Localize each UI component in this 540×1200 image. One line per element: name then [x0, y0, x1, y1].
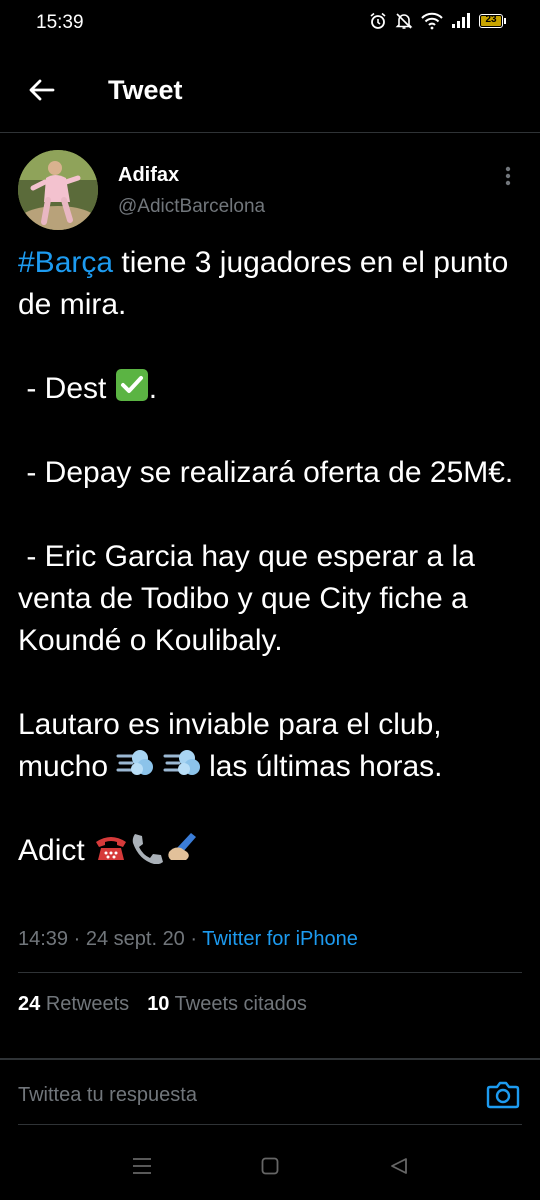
divider [0, 1058, 540, 1060]
reply-input[interactable] [18, 1066, 458, 1124]
camera-icon [486, 1081, 520, 1109]
tweet-line: las últimas horas. [200, 750, 443, 783]
dash-emoji-icon [116, 750, 154, 775]
dash-emoji-icon [163, 750, 200, 775]
retweets-count: 24 [18, 993, 41, 1015]
tweet-stats: 24 Retweets 10 Tweets citados [18, 993, 307, 1016]
phone-receiver-emoji-icon [132, 834, 164, 864]
camera-button[interactable] [486, 1080, 520, 1110]
tweet-date: 24 sept. 20 [85, 928, 185, 950]
home-nav-icon [261, 1157, 279, 1175]
tweet-paragraph: Lautaro es inviable para el club, mucho … [18, 704, 528, 788]
writing-hand-emoji-icon [168, 833, 197, 860]
wifi-icon [421, 12, 443, 30]
check-mark-emoji-icon [115, 369, 148, 401]
divider [18, 972, 522, 973]
tweet-author: Adifax @AdictBarcelona [18, 150, 522, 232]
reply-bar [18, 1066, 522, 1125]
menu-nav-button[interactable] [127, 1154, 157, 1178]
back-nav-button[interactable] [384, 1154, 414, 1178]
tweet-line: - Dest [18, 372, 115, 405]
tweet-paragraph: - Eric Garcia hay que esperar a la venta… [18, 536, 528, 662]
tweet-line: Adict [18, 834, 94, 867]
tweet-source-link[interactable]: Twitter for iPhone [202, 928, 358, 950]
mute-bell-icon [395, 13, 413, 29]
system-nav-bar [0, 1130, 540, 1200]
battery-icon: 23 [479, 14, 506, 28]
top-bar: Tweet [0, 48, 540, 133]
tweet-text: #Barça tiene 3 jugadores en el punto de … [18, 242, 528, 872]
back-nav-icon [391, 1158, 407, 1174]
quotes-stat[interactable]: 10 Tweets citados [147, 993, 307, 1015]
author-name[interactable]: Adifax [118, 164, 179, 187]
tweet-meta: 14:39 · 24 sept. 20 · Twitter for iPhone [18, 928, 358, 951]
alarm-icon [370, 12, 386, 29]
page-title: Tweet [108, 75, 183, 105]
signal-icon [452, 13, 470, 28]
status-icons: 23 [369, 12, 506, 30]
status-time: 15:39 [36, 12, 84, 33]
tweet-line: - Eric Garcia hay que esperar a la venta… [18, 540, 484, 657]
hashtag-link[interactable]: #Barça [18, 246, 113, 279]
retweets-stat[interactable]: 24 Retweets [18, 993, 129, 1015]
tweet-line: - Depay se realizará oferta de 25M€. [18, 456, 514, 489]
back-button[interactable] [22, 70, 62, 110]
more-options-button[interactable] [498, 164, 518, 188]
telephone-emoji-icon [96, 837, 127, 860]
tweet-line: . [148, 372, 158, 405]
home-nav-button[interactable] [255, 1154, 285, 1178]
menu-nav-icon [133, 1158, 151, 1174]
back-arrow-icon [29, 79, 55, 101]
more-vertical-icon [505, 166, 511, 186]
quotes-label: Tweets citados [174, 993, 307, 1015]
quotes-count: 10 [147, 993, 170, 1015]
tweet-paragraph: Adict [18, 830, 528, 872]
retweets-label: Retweets [45, 993, 130, 1015]
meta-separator: · [68, 928, 86, 950]
avatar[interactable] [18, 150, 98, 230]
meta-separator: · [184, 928, 203, 950]
battery-level: 23 [485, 14, 497, 25]
tweet-time: 14:39 [18, 928, 69, 950]
tweet-paragraph: #Barça tiene 3 jugadores en el punto de … [18, 242, 528, 326]
tweet-paragraph: - Dest . [18, 368, 528, 410]
author-handle[interactable]: @AdictBarcelona [118, 196, 265, 218]
tweet-paragraph: - Depay se realizará oferta de 25M€. [18, 452, 528, 494]
status-bar: 15:39 23 [0, 0, 540, 48]
